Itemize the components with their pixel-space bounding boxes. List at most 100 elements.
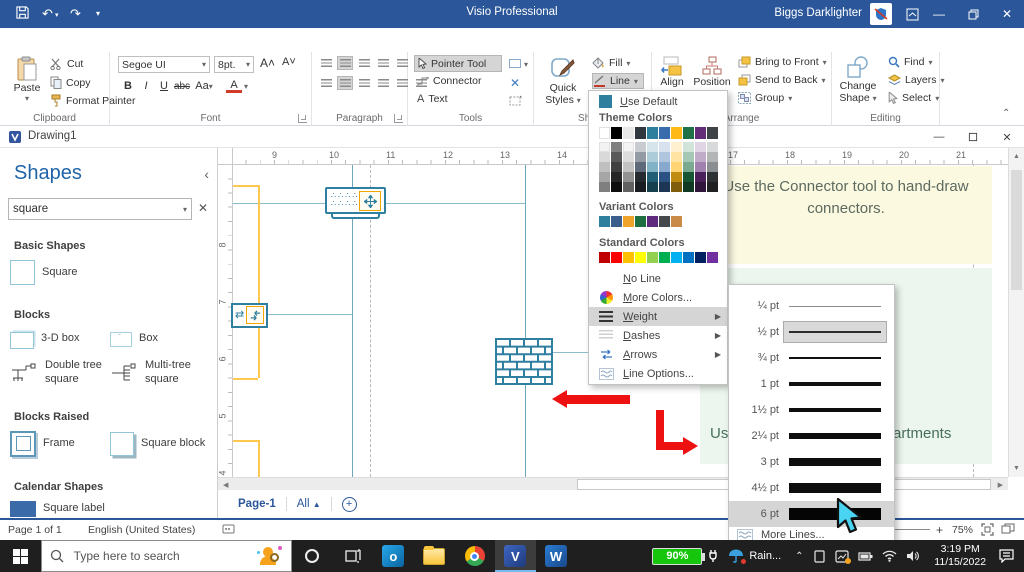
color-swatch[interactable] <box>671 152 682 162</box>
color-swatch[interactable] <box>599 152 610 162</box>
color-swatch[interactable] <box>599 252 610 263</box>
search-highlights-icon[interactable] <box>256 545 283 567</box>
menu-item-no-line[interactable]: No Line <box>589 269 727 288</box>
weight-option-4½pt[interactable]: 4½ pt <box>729 475 894 501</box>
page-tab[interactable]: Page-1 <box>238 498 276 510</box>
color-swatch[interactable] <box>683 162 694 172</box>
menu-item-more-colors[interactable]: More Colors... <box>589 288 727 307</box>
clear-search-icon[interactable]: ✕ <box>198 201 208 215</box>
cut-button[interactable]: Cut <box>50 58 83 70</box>
weight-option-½pt[interactable]: ½ pt <box>729 319 894 345</box>
font-size-combo[interactable]: 8pt. ▾ <box>214 56 254 73</box>
weight-option-1½pt[interactable]: 1½ pt <box>729 397 894 423</box>
paragraph-align-bottom-icon[interactable] <box>356 56 372 70</box>
shape-control-handle[interactable] <box>246 306 264 324</box>
layers-button[interactable]: Layers ▾ <box>888 74 945 86</box>
group-button[interactable]: Group ▾ <box>738 92 792 104</box>
file-explorer-icon[interactable] <box>414 540 455 572</box>
tray-device-icon[interactable] <box>813 549 826 563</box>
change-case-button[interactable]: Aa ▾ <box>192 78 216 94</box>
weight-option-6pt[interactable]: 6 pt <box>729 501 894 527</box>
color-swatch[interactable] <box>659 152 670 162</box>
color-swatch[interactable] <box>611 172 622 182</box>
color-swatch[interactable] <box>623 152 634 162</box>
color-swatch[interactable] <box>611 182 622 192</box>
grow-font-button[interactable]: A˄ <box>260 56 275 70</box>
color-swatch[interactable] <box>659 162 670 172</box>
select-button[interactable]: Select ▾ <box>888 92 939 104</box>
color-swatch[interactable] <box>695 142 706 152</box>
color-swatch[interactable] <box>707 182 718 192</box>
language-indicator[interactable]: English (United States) <box>88 524 195 536</box>
color-swatch[interactable] <box>707 252 718 263</box>
italic-button[interactable]: I <box>138 78 154 94</box>
connector-line[interactable] <box>267 314 352 315</box>
cortana-button[interactable] <box>292 540 333 572</box>
fit-page-icon[interactable] <box>981 523 994 536</box>
outlook-icon[interactable]: o <box>373 540 414 572</box>
color-swatch[interactable] <box>707 172 718 182</box>
shape-search-input[interactable]: square ▾ <box>8 198 192 220</box>
zoom-in-button[interactable]: + <box>936 523 943 537</box>
underline-button[interactable]: U <box>156 78 172 94</box>
color-swatch[interactable] <box>611 142 622 152</box>
color-swatch[interactable] <box>623 142 634 152</box>
rectangle-tool-button[interactable] <box>506 56 524 71</box>
color-swatch[interactable] <box>659 216 670 227</box>
fill-button[interactable]: Fill ▾ <box>592 55 644 71</box>
font-color-caret-icon[interactable]: ▾ <box>244 82 248 91</box>
vertical-scrollbar[interactable]: ▲ ▼ <box>1008 148 1024 477</box>
menu-item-arrows[interactable]: Arrows ▶ <box>589 345 727 364</box>
switch-windows-icon[interactable] <box>1001 523 1015 536</box>
shape-item-double-tree-square[interactable]: Double tree square <box>10 359 110 387</box>
document-tab[interactable]: Drawing1 <box>28 130 77 142</box>
color-swatch[interactable] <box>611 252 622 263</box>
color-swatch[interactable] <box>623 162 634 172</box>
color-swatch[interactable] <box>647 172 658 182</box>
align-button[interactable]: Align <box>656 56 688 88</box>
pointer-tool-button[interactable]: Pointer Tool <box>414 55 502 72</box>
paragraph-align-center-icon[interactable] <box>337 76 353 90</box>
battery-widget[interactable]: 90% <box>652 547 718 565</box>
color-swatch[interactable] <box>707 127 718 139</box>
section-header-basic-shapes[interactable]: Basic Shapes <box>14 240 217 252</box>
color-swatch[interactable] <box>647 252 658 263</box>
color-swatch[interactable] <box>599 127 610 139</box>
paragraph-align-middle-icon[interactable] <box>337 56 353 70</box>
doc-close-button[interactable]: ✕ <box>990 126 1024 148</box>
color-swatch[interactable] <box>623 252 634 263</box>
collapse-ribbon-icon[interactable]: ⌃ <box>1002 108 1010 119</box>
shape-item-square-label[interactable]: Square label <box>10 500 110 517</box>
text-tool-button[interactable]: A Text <box>417 93 448 105</box>
paragraph-align-left-icon[interactable] <box>318 76 334 90</box>
text-block-tool-icon[interactable] <box>506 93 524 108</box>
color-swatch[interactable] <box>647 152 658 162</box>
search-dropdown-icon[interactable]: ▾ <box>183 205 187 214</box>
color-swatch[interactable] <box>671 216 682 227</box>
color-swatch[interactable] <box>635 172 646 182</box>
taskbar-search-input[interactable]: Type here to search <box>40 540 292 572</box>
chrome-icon[interactable] <box>454 540 495 572</box>
restore-button[interactable] <box>956 0 990 28</box>
color-swatch[interactable] <box>659 182 670 192</box>
color-swatch[interactable] <box>659 252 670 263</box>
find-button[interactable]: Find ▾ <box>888 56 932 68</box>
quick-styles-button[interactable]: Quick Styles ▾ <box>542 56 584 106</box>
avatar[interactable] <box>870 3 892 25</box>
color-swatch[interactable] <box>599 216 610 227</box>
color-swatch[interactable] <box>647 127 658 139</box>
tray-app-icon[interactable] <box>834 549 851 564</box>
close-button[interactable]: ✕ <box>990 0 1024 28</box>
wifi-icon[interactable] <box>882 550 897 562</box>
connection-point-tool-icon[interactable]: ✕ <box>506 75 524 90</box>
font-dialog-launcher-icon[interactable] <box>298 114 307 123</box>
color-swatch[interactable] <box>659 142 670 152</box>
color-swatch[interactable] <box>635 162 646 172</box>
section-header-blocks-raised[interactable]: Blocks Raised <box>14 411 217 423</box>
paragraph-bullets-icon[interactable] <box>375 56 391 70</box>
paragraph-align-top-icon[interactable] <box>318 56 334 70</box>
color-swatch[interactable] <box>683 127 694 139</box>
color-swatch[interactable] <box>659 127 670 139</box>
account-name[interactable]: Biggs Darklighter <box>774 7 862 19</box>
color-swatch[interactable] <box>635 127 646 139</box>
